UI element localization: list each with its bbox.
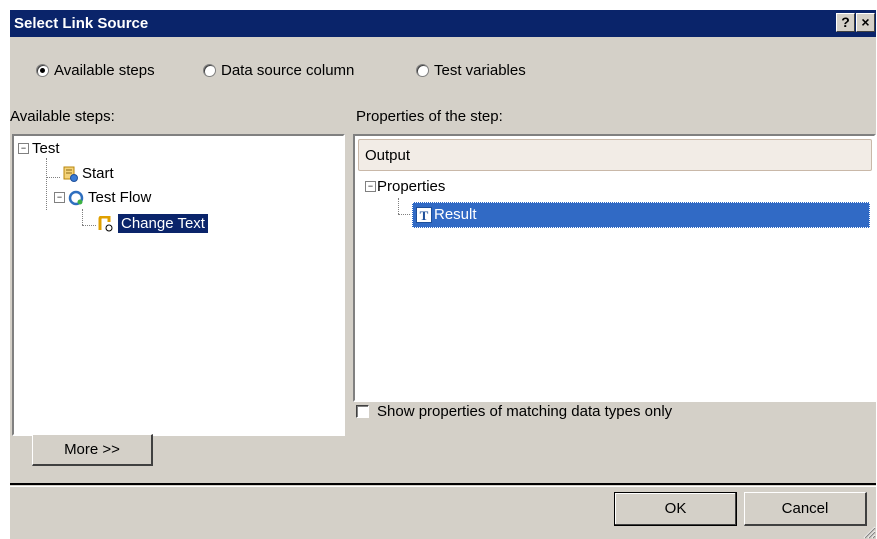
radio-button-checked[interactable] (36, 64, 49, 77)
collapse-icon[interactable]: − (18, 143, 29, 154)
tree-connector (82, 209, 83, 225)
cancel-button[interactable]: Cancel (744, 492, 867, 526)
tree-node-label: Start (82, 165, 114, 182)
svg-text:T: T (420, 208, 429, 223)
radio-available-steps[interactable]: Available steps (36, 62, 155, 79)
properties-grid[interactable]: Output − Properties T Result (353, 134, 876, 402)
tree-node-label: Test (32, 140, 60, 157)
radio-label: Test variables (434, 62, 526, 79)
help-button[interactable]: ? (836, 13, 855, 32)
tree-node-test-flow[interactable]: − Test Flow (54, 189, 151, 206)
text-property-icon: T (416, 206, 432, 223)
resize-grip-icon[interactable] (862, 525, 876, 539)
dialog-title: Select Link Source (14, 15, 149, 32)
select-link-source-dialog: Select Link Source ? × Available steps D… (10, 10, 876, 539)
checkbox-label: Show properties of matching data types o… (377, 403, 673, 420)
tree-node-label-selected: Change Text (118, 214, 208, 233)
tree-node-properties[interactable]: − Properties (365, 178, 445, 195)
collapse-icon[interactable]: − (365, 181, 376, 192)
tree-node-label: Result (434, 206, 477, 223)
tree-node-label: Test Flow (88, 189, 152, 206)
tree-connector (398, 214, 410, 215)
result-row-selected[interactable] (412, 202, 870, 228)
close-button[interactable]: × (856, 13, 875, 32)
output-header-label: Output (365, 147, 411, 164)
change-text-step-icon (98, 215, 113, 231)
separator (10, 483, 876, 485)
tree-connector (46, 177, 60, 178)
radio-label: Available steps (54, 62, 155, 79)
tree-node-label: Properties (377, 178, 446, 195)
matching-types-checkbox[interactable] (356, 405, 369, 418)
title-bar[interactable]: Select Link Source ? × (10, 10, 876, 37)
properties-heading: Properties of the step: (356, 108, 503, 125)
tree-node-test[interactable]: − Test (18, 140, 60, 157)
start-step-icon (63, 166, 78, 182)
radio-label: Data source column (221, 62, 355, 79)
tree-node-result[interactable]: T Result (416, 206, 477, 223)
steps-tree[interactable]: − Test Start − Test Flow Change Text (12, 134, 345, 436)
radio-test-variables[interactable]: Test variables (416, 62, 526, 79)
radio-data-source-column[interactable]: Data source column (203, 62, 354, 79)
available-steps-heading: Available steps: (10, 108, 115, 125)
radio-button[interactable] (203, 64, 216, 77)
tree-node-start[interactable]: Start (62, 165, 114, 182)
radio-button[interactable] (416, 64, 429, 77)
ok-button[interactable]: OK (614, 492, 737, 526)
tree-connector (82, 225, 96, 226)
output-header: Output (358, 139, 872, 171)
tree-connector (398, 198, 399, 214)
separator-highlight (10, 486, 876, 487)
tree-connector (46, 158, 47, 210)
tree-node-change-text[interactable]: Change Text (98, 214, 208, 233)
test-flow-icon (68, 190, 84, 205)
collapse-icon[interactable]: − (54, 192, 65, 203)
matching-types-checkbox-row[interactable]: Show properties of matching data types o… (356, 403, 672, 420)
more-button[interactable]: More >> (32, 434, 153, 466)
